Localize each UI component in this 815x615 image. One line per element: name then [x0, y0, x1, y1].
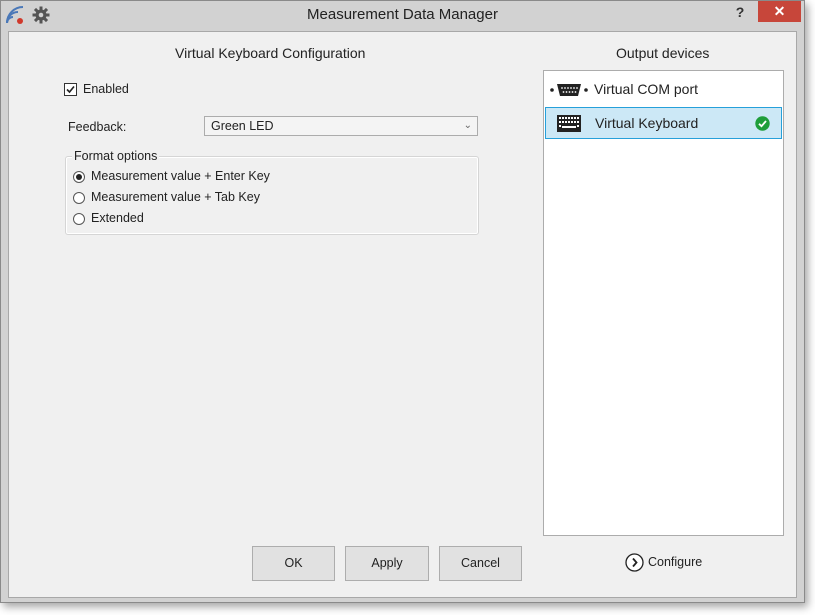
close-button[interactable]: ✕ — [758, 1, 801, 22]
format-options-label: Format options — [72, 149, 160, 163]
config-title: Virtual Keyboard Configuration — [175, 45, 366, 61]
chevron-right-circle-icon — [625, 553, 644, 572]
serial-port-icon — [550, 84, 588, 96]
main-window: Measurement Data Manager ? ✕ Virtual Key… — [0, 0, 805, 603]
apply-button[interactable]: Apply — [345, 546, 429, 581]
format-options-group: Format options Measurement value + Enter… — [65, 149, 479, 235]
enabled-label: Enabled — [83, 82, 129, 96]
feedback-value: Green LED — [211, 119, 274, 133]
enabled-checkbox[interactable] — [64, 83, 77, 96]
chevron-down-icon: ⌄ — [463, 120, 472, 131]
cancel-button[interactable]: Cancel — [439, 546, 522, 581]
ok-button[interactable]: OK — [252, 546, 335, 581]
devices-title: Output devices — [616, 45, 710, 61]
configure-label: Configure — [648, 555, 703, 569]
format-option-extended-label: Extended — [91, 211, 144, 225]
help-button[interactable]: ? — [728, 1, 752, 23]
client-area: Virtual Keyboard Configuration Enabled F… — [8, 31, 797, 598]
device-label: Virtual COM port — [594, 81, 698, 97]
format-option-tab-label: Measurement value + Tab Key — [91, 190, 260, 204]
device-label: Virtual Keyboard — [595, 115, 699, 131]
format-radio-extended[interactable] — [73, 213, 85, 225]
radio-dot — [76, 174, 82, 180]
check-circle-icon — [755, 116, 770, 131]
window-title: Measurement Data Manager — [307, 6, 498, 23]
format-option-enter-label: Measurement value + Enter Key — [91, 169, 270, 183]
checkmark-icon — [66, 85, 75, 94]
format-radio-tab[interactable] — [73, 192, 85, 204]
feedback-select[interactable]: Green LED ⌄ — [204, 116, 478, 136]
keyboard-icon — [557, 115, 581, 132]
device-item-virtual-keyboard[interactable]: Virtual Keyboard — [545, 107, 782, 139]
title-bar: Measurement Data Manager ? ✕ — [1, 1, 804, 31]
device-item-virtual-com-port[interactable]: Virtual COM port — [545, 74, 782, 106]
format-radio-enter[interactable] — [73, 171, 85, 183]
feedback-label: Feedback: — [68, 120, 127, 134]
output-devices-list[interactable]: Virtual COM port Virtual Keyboard — [543, 70, 784, 536]
